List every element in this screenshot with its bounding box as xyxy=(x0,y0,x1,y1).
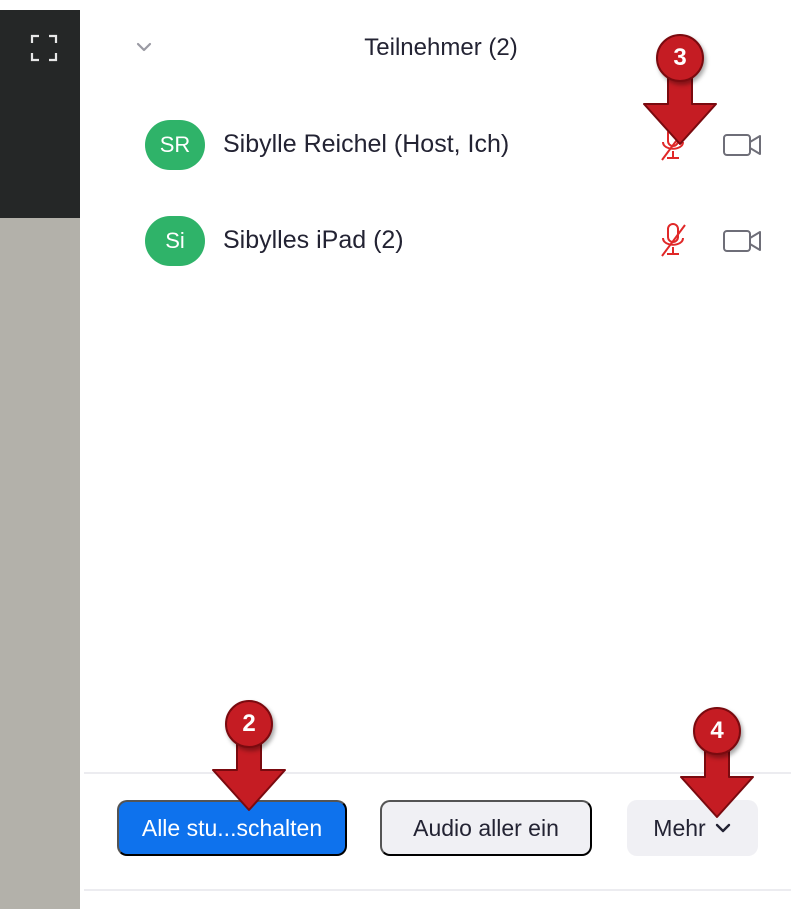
annotation-number: 3 xyxy=(656,34,704,82)
avatar: SR xyxy=(145,120,205,170)
annotation-number: 4 xyxy=(693,707,741,755)
panel-title: Teilnehmer (2) xyxy=(364,34,518,61)
participant-name: Sibylle Reichel (Host, Ich) xyxy=(223,130,510,158)
annotation-callout: 2 xyxy=(209,700,289,811)
fullscreen-icon[interactable] xyxy=(30,34,58,62)
video-strip-top xyxy=(0,0,80,10)
chevron-down-icon xyxy=(715,823,730,833)
audio-all-button[interactable]: Audio aller ein xyxy=(380,800,592,856)
muted-mic-icon[interactable] xyxy=(655,220,691,260)
participant-row[interactable]: Si Sibylles iPad (2) xyxy=(81,210,791,270)
more-button-label: Mehr xyxy=(653,814,706,841)
bottom-divider xyxy=(84,889,791,891)
participant-name: Sibylles iPad (2) xyxy=(223,226,404,254)
annotation-number: 2 xyxy=(225,700,273,748)
video-strip-dark xyxy=(0,0,80,218)
avatar: Si xyxy=(145,216,205,266)
annotation-callout: 4 xyxy=(677,707,757,818)
video-off-icon[interactable] xyxy=(721,130,763,160)
annotation-callout: 3 xyxy=(640,34,720,145)
video-off-icon[interactable] xyxy=(721,226,763,256)
collapse-chevron-icon[interactable] xyxy=(135,40,153,54)
